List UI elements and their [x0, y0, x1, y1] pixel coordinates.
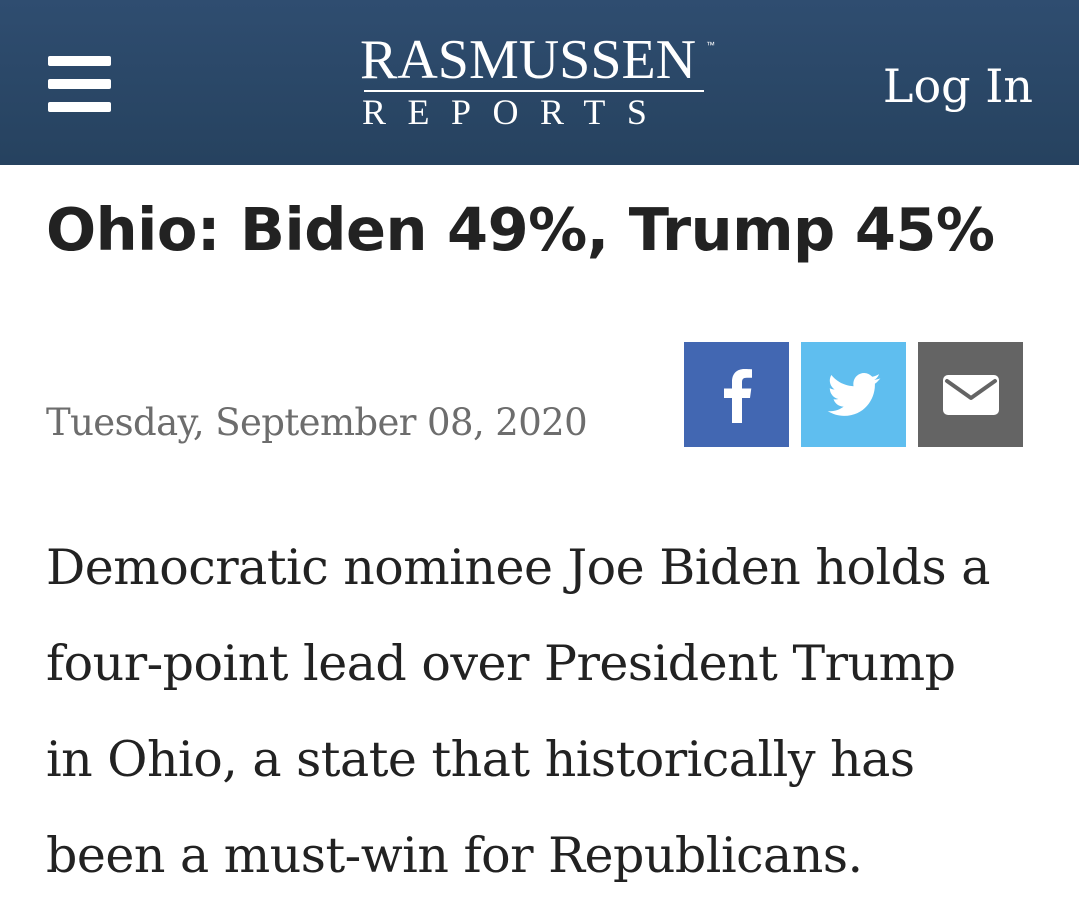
menu-bar [48, 56, 111, 66]
logo-trademark: ™ [706, 40, 715, 50]
menu-bar [48, 79, 111, 89]
lede-line: in Ohio, a state that historically has [46, 731, 915, 788]
article-date: Tuesday, September 08, 2020 [46, 401, 588, 444]
share-twitter-button[interactable] [801, 342, 906, 447]
hamburger-menu-icon[interactable] [48, 56, 111, 112]
lede-line: four-point lead over President Trump [46, 635, 956, 692]
login-link[interactable]: Log In [883, 58, 1033, 114]
logo-wordmark-top: RASMUSSEN [360, 29, 697, 91]
lede-line: Democratic nominee Joe Biden holds a [46, 539, 990, 596]
menu-bar [48, 102, 111, 112]
share-email-button[interactable] [918, 342, 1023, 447]
email-icon [942, 374, 999, 415]
lede-line: been a must-win for Republicans. [46, 827, 863, 884]
article-lede: Democratic nominee Joe Biden holds a fou… [46, 520, 1046, 904]
share-facebook-button[interactable] [684, 342, 789, 447]
article-headline: Ohio: Biden 49%, Trump 45% [46, 195, 995, 264]
twitter-icon [827, 372, 880, 416]
facebook-icon [723, 368, 752, 423]
site-header: RASMUSSEN ™ REPORTS Log In [0, 0, 1079, 165]
site-logo[interactable]: RASMUSSEN ™ REPORTS [356, 30, 718, 136]
logo-wordmark-bottom: REPORTS [362, 92, 669, 132]
